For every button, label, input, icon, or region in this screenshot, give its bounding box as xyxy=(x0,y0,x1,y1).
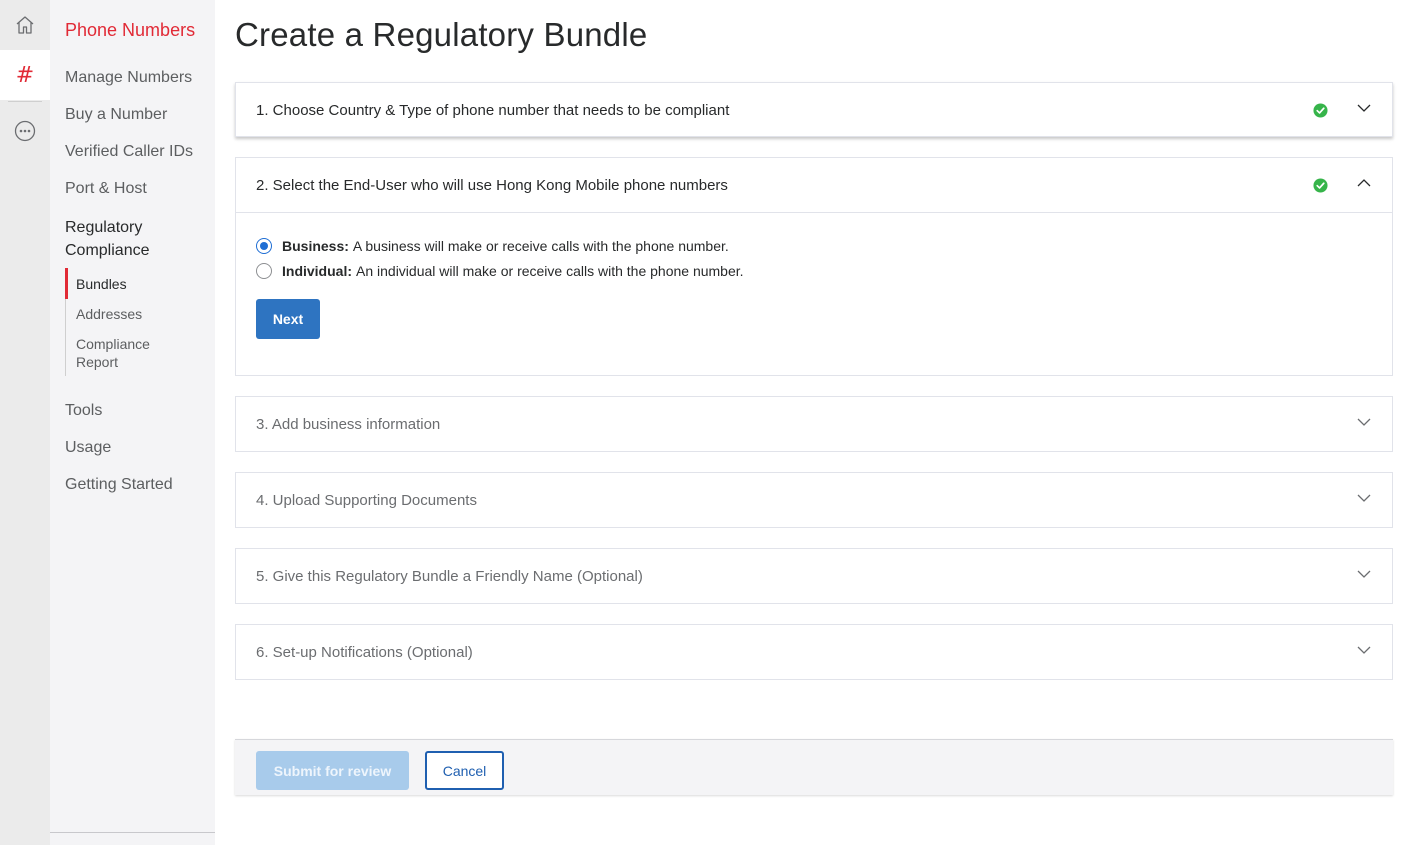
step-2-title: 2. Select the End-User who will use Hong… xyxy=(256,176,728,194)
end-user-business-option[interactable]: Business: A business will make or receiv… xyxy=(256,238,729,254)
step-1-title: 1. Choose Country & Type of phone number… xyxy=(256,102,730,119)
chevron-down-icon[interactable] xyxy=(1356,490,1372,506)
check-circle-icon xyxy=(1313,103,1328,118)
nav-item-manage-numbers[interactable]: Manage Numbers xyxy=(65,69,192,87)
chevron-down-icon[interactable] xyxy=(1356,566,1372,582)
step-3-header[interactable]: 3. Add business information xyxy=(236,397,1392,452)
home-nav-button[interactable] xyxy=(0,0,50,50)
cancel-button[interactable]: Cancel xyxy=(425,751,504,790)
secondary-nav: Phone Numbers Manage Numbers Buy a Numbe… xyxy=(50,0,215,845)
sub-item-bundles[interactable]: Bundles xyxy=(76,275,127,293)
nav-item-regulatory-compliance[interactable]: Regulatory Compliance xyxy=(65,216,185,262)
step-5-header[interactable]: 5. Give this Regulatory Bundle a Friendl… xyxy=(236,549,1392,604)
nav-item-usage[interactable]: Usage xyxy=(65,439,111,457)
step-2-header[interactable]: 2. Select the End-User who will use Hong… xyxy=(236,158,1392,213)
chevron-up-icon[interactable] xyxy=(1356,175,1372,191)
business-radio-label: Business: xyxy=(282,238,349,254)
more-options-icon xyxy=(14,120,36,142)
nav-item-verified-caller-ids[interactable]: Verified Caller IDs xyxy=(65,143,193,161)
nav-item-buy-a-number[interactable]: Buy a Number xyxy=(65,106,167,124)
chevron-down-icon[interactable] xyxy=(1356,414,1372,430)
step-3-title: 3. Add business information xyxy=(256,416,441,433)
nav-item-getting-started[interactable]: Getting Started xyxy=(65,476,173,494)
step-6-header[interactable]: 6. Set-up Notifications (Optional) xyxy=(236,625,1392,680)
home-icon xyxy=(16,16,34,34)
phone-numbers-nav-button[interactable]: # xyxy=(0,50,50,100)
end-user-individual-option[interactable]: Individual: An individual will make or r… xyxy=(256,263,744,279)
active-indicator xyxy=(65,268,68,299)
form-action-bar: Submit for review Cancel xyxy=(235,739,1393,795)
step-6-title: 6. Set-up Notifications (Optional) xyxy=(256,644,473,661)
hash-icon: # xyxy=(15,62,35,88)
step-4-title: 4. Upload Supporting Documents xyxy=(256,492,477,509)
step-4-header[interactable]: 4. Upload Supporting Documents xyxy=(236,473,1392,528)
individual-radio[interactable] xyxy=(256,263,272,279)
submit-for-review-button[interactable]: Submit for review xyxy=(256,751,409,790)
compliance-subnav: Bundles Addresses Compliance Report xyxy=(65,268,205,376)
sub-item-addresses[interactable]: Addresses xyxy=(76,305,142,323)
step-2-panel: 2. Select the End-User who will use Hong… xyxy=(235,157,1393,376)
nav-item-tools[interactable]: Tools xyxy=(65,402,102,420)
check-circle-icon xyxy=(1313,178,1328,193)
step-6-panel: 6. Set-up Notifications (Optional) xyxy=(235,624,1393,680)
chevron-down-icon[interactable] xyxy=(1356,642,1372,658)
step-5-title: 5. Give this Regulatory Bundle a Friendl… xyxy=(256,568,643,585)
business-radio[interactable] xyxy=(256,238,272,254)
next-button[interactable]: Next xyxy=(256,299,320,339)
business-radio-description: A business will make or receive calls wi… xyxy=(352,238,729,254)
individual-radio-description: An individual will make or receive calls… xyxy=(356,263,744,279)
step-1-header[interactable]: 1. Choose Country & Type of phone number… xyxy=(236,83,1392,138)
step-3-panel: 3. Add business information xyxy=(235,396,1393,452)
sub-item-compliance-report[interactable]: Compliance Report xyxy=(76,335,171,371)
step-5-panel: 5. Give this Regulatory Bundle a Friendl… xyxy=(235,548,1393,604)
nav-section-title: Phone Numbers xyxy=(65,20,196,40)
step-4-panel: 4. Upload Supporting Documents xyxy=(235,472,1393,528)
chevron-down-icon[interactable] xyxy=(1356,100,1372,116)
individual-radio-label: Individual: xyxy=(282,263,352,279)
step-1-panel: 1. Choose Country & Type of phone number… xyxy=(235,82,1393,137)
nav-divider xyxy=(50,832,215,833)
rail-divider xyxy=(8,101,42,102)
icon-rail: # xyxy=(0,0,50,845)
more-nav-button[interactable] xyxy=(0,108,50,154)
page-title: Create a Regulatory Bundle xyxy=(235,16,648,53)
nav-item-port-and-host[interactable]: Port & Host xyxy=(65,180,147,198)
